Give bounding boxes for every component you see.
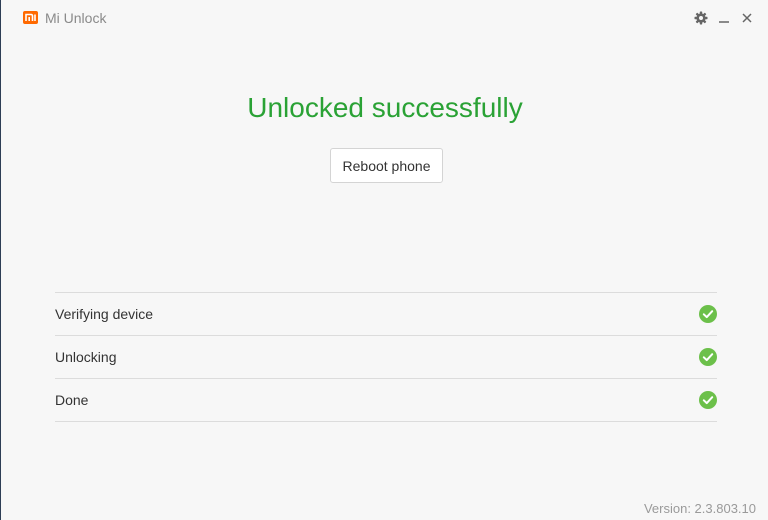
step-label: Verifying device — [55, 306, 154, 322]
check-circle-icon — [699, 348, 717, 366]
check-circle-icon — [699, 305, 717, 323]
step-unlocking: Unlocking — [55, 336, 717, 379]
close-icon — [742, 13, 752, 23]
reboot-phone-button[interactable]: Reboot phone — [330, 148, 443, 183]
step-done: Done — [55, 379, 717, 422]
gear-icon — [694, 11, 708, 25]
step-verifying-device: Verifying device — [55, 293, 717, 336]
close-button[interactable] — [737, 8, 757, 28]
minimize-icon — [719, 21, 729, 23]
mi-logo — [23, 11, 38, 24]
step-label: Done — [55, 392, 89, 408]
progress-steps-list: Verifying device Unlocking Done — [55, 292, 717, 422]
title-bar[interactable]: Mi Unlock — [1, 0, 768, 36]
version-label: Version: 2.3.803.10 — [643, 501, 756, 516]
step-label: Unlocking — [55, 349, 117, 365]
minimize-button[interactable] — [714, 8, 734, 28]
settings-button[interactable] — [691, 8, 711, 28]
app-title: Mi Unlock — [45, 10, 107, 26]
mi-unlock-window: Mi Unlock Unlocked successfully Reboot p… — [0, 0, 768, 520]
check-circle-icon — [699, 391, 717, 409]
status-headline: Unlocked successfully — [247, 92, 523, 123]
